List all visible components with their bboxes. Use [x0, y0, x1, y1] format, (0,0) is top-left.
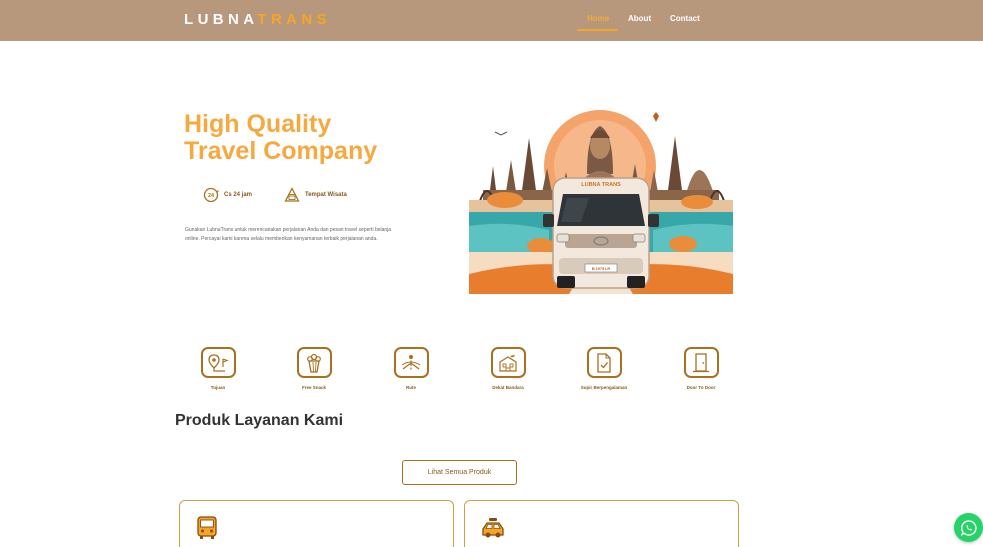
product-card-1[interactable] — [179, 500, 454, 547]
nav-link-about[interactable]: About — [628, 14, 651, 23]
feature-tempat-wisata: Tempat Wisata — [284, 186, 347, 204]
feature-cs-24: 24 Cs 24 jam — [203, 186, 252, 204]
logo-part2: TRANS — [257, 11, 332, 28]
service-label-bandara: Dekat Bandara — [492, 385, 524, 390]
route-icon — [401, 354, 421, 371]
nav-link-contact[interactable]: Contact — [670, 14, 700, 23]
nav-active-indicator — [577, 29, 618, 31]
bus-icon — [197, 516, 217, 539]
map-pin-icon — [208, 353, 229, 372]
service-rute[interactable]: Rute — [381, 347, 441, 390]
feature-label-wisata: Tempat Wisata — [305, 192, 347, 198]
clock-24-icon: 24 — [203, 187, 219, 203]
service-tujuan[interactable]: Tujuan — [188, 347, 248, 390]
whatsapp-icon — [960, 519, 977, 536]
hero-illustration: LUBNA TRANS B 1975 LR — [469, 110, 733, 294]
car-icon — [482, 518, 504, 538]
service-door-to-door[interactable]: Door To Door — [671, 347, 731, 390]
hero-title: High Quality Travel Company — [184, 111, 424, 165]
nav-link-home[interactable]: Home — [587, 14, 609, 23]
service-label-rute: Rute — [406, 385, 416, 390]
door-icon — [693, 352, 709, 372]
popcorn-icon — [307, 353, 321, 373]
van-plate: B 1975 LR — [592, 267, 611, 271]
navbar: LUBNATRANS Home About Contact — [0, 0, 983, 41]
product-card-2[interactable] — [464, 500, 739, 547]
service-label-snack: Free Snack — [301, 385, 326, 390]
logo-part1: LUBNA — [184, 11, 258, 28]
service-label-tujuan: Tujuan — [210, 385, 226, 390]
document-check-icon — [597, 352, 611, 373]
whatsapp-chat-button[interactable] — [954, 513, 983, 542]
products-section-title: Produk Layanan Kami — [175, 412, 344, 429]
van-label: LUBNA TRANS — [581, 182, 621, 188]
service-dekat-bandara[interactable]: Dekat Bandara — [478, 347, 538, 390]
svg-text:24: 24 — [208, 193, 215, 199]
service-free-snack[interactable]: Free Snack — [284, 347, 344, 390]
service-supir[interactable]: Supir Berpengalaman — [574, 347, 634, 390]
logo[interactable]: LUBNATRANS — [184, 11, 331, 28]
feature-label-cs: Cs 24 jam — [224, 192, 253, 198]
hero-description: Gunakan LubnaTrans untuk merencanakan pe… — [185, 227, 392, 242]
service-label-supir: Supir Berpengalaman — [580, 385, 628, 390]
hero-title-line2: Travel Company — [184, 137, 378, 165]
view-all-products-button[interactable]: Lihat Semua Produk — [402, 460, 517, 485]
hero-title-line1: High Quality — [184, 110, 332, 138]
service-label-door: Door To Door — [686, 385, 716, 390]
temple-icon — [284, 187, 300, 202]
airport-icon — [499, 354, 517, 372]
